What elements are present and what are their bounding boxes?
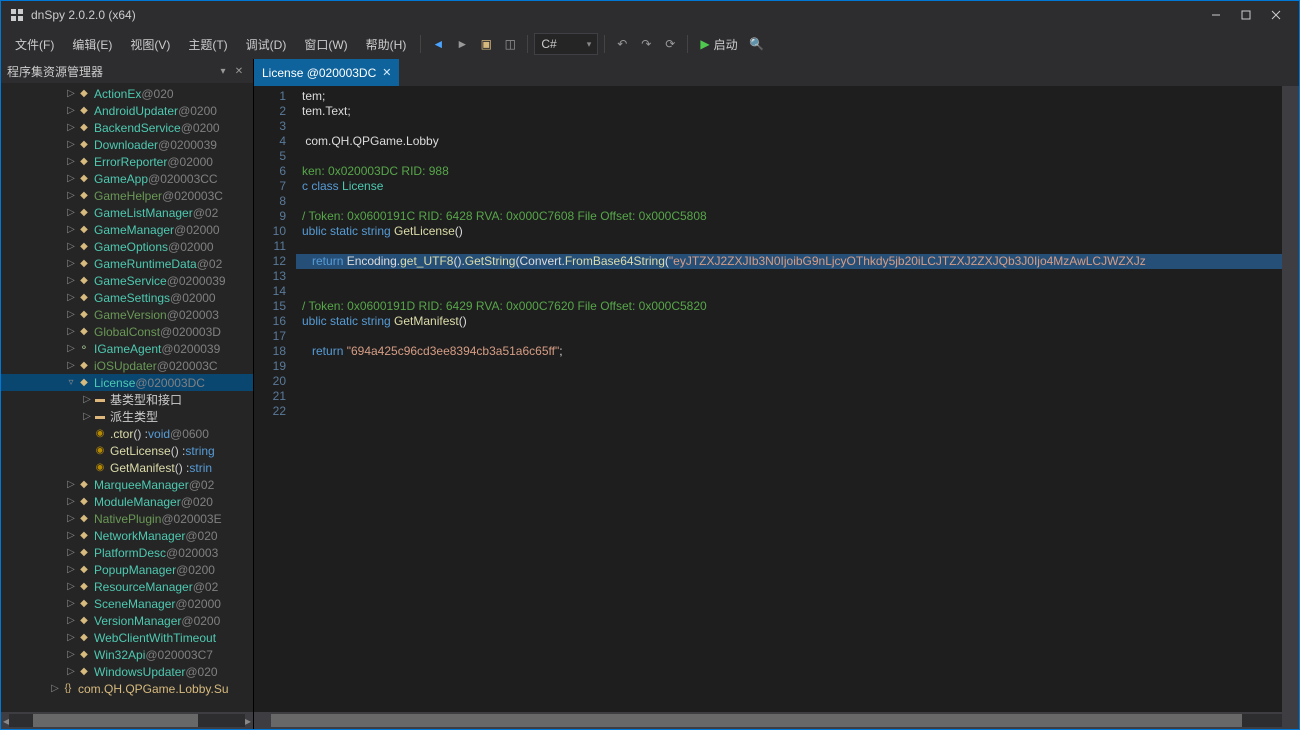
tree-item[interactable]: ▷◆ResourceManager @02 bbox=[1, 578, 253, 595]
tree-item[interactable]: ▷◆NativePlugin @020003E bbox=[1, 510, 253, 527]
tree-item[interactable]: ▷◆Downloader @0200039 bbox=[1, 136, 253, 153]
tree-item[interactable]: ▷◆GameHelper @020003C bbox=[1, 187, 253, 204]
panel-close-button[interactable]: ✕ bbox=[231, 63, 247, 79]
tree-item[interactable]: ▷◆PopupManager @0200 bbox=[1, 561, 253, 578]
nav-back-button[interactable]: ◄ bbox=[427, 33, 449, 55]
play-icon: ▶ bbox=[700, 37, 709, 51]
tree-item[interactable]: ▷◆MarqueeManager @02 bbox=[1, 476, 253, 493]
refresh-button[interactable]: ⟳ bbox=[659, 33, 681, 55]
tree-item[interactable]: ▷◆GlobalConst @020003D bbox=[1, 323, 253, 340]
tree-item[interactable]: ▷◆ActionEx @020 bbox=[1, 85, 253, 102]
tree-item[interactable]: ▷◆Win32Api @020003C7 bbox=[1, 646, 253, 663]
window-title: dnSpy 2.0.2.0 (x64) bbox=[31, 8, 136, 22]
panel-dropdown-button[interactable]: ▾ bbox=[215, 63, 231, 79]
menubar: 文件(F) 编辑(E) 视图(V) 主题(T) 调试(D) 窗口(W) 帮助(H… bbox=[1, 29, 1299, 59]
panel-header: 程序集资源管理器 ▾ ✕ bbox=[1, 59, 253, 83]
tree-item[interactable]: ▷◆ErrorReporter @02000 bbox=[1, 153, 253, 170]
maximize-button[interactable] bbox=[1231, 4, 1261, 26]
menu-window[interactable]: 窗口(W) bbox=[296, 33, 355, 56]
tree-item[interactable]: ▷◆GameRuntimeData @02 bbox=[1, 255, 253, 272]
language-label: C# bbox=[541, 37, 556, 51]
tree-item[interactable]: ▷▬基类型和接口 bbox=[1, 391, 253, 408]
tree-item[interactable]: ◉GetLicense() : string bbox=[1, 442, 253, 459]
toggle-button[interactable]: ◫ bbox=[499, 33, 521, 55]
menu-edit[interactable]: 编辑(E) bbox=[64, 33, 120, 56]
code-source[interactable]: tem;tem.Text; com.QH.QPGame.Lobbyken: 0x… bbox=[296, 86, 1282, 712]
redo-button[interactable]: ↷ bbox=[635, 33, 657, 55]
undo-button[interactable]: ↶ bbox=[611, 33, 633, 55]
assembly-tree[interactable]: ▷◆ActionEx @020▷◆AndroidUpdater @0200▷◆B… bbox=[1, 83, 253, 712]
tree-item[interactable]: ▷◆WebClientWithTimeout bbox=[1, 629, 253, 646]
menu-view[interactable]: 视图(V) bbox=[122, 33, 178, 56]
menu-theme[interactable]: 主题(T) bbox=[180, 33, 235, 56]
editor-hscrollbar[interactable] bbox=[254, 712, 1299, 729]
tree-item[interactable]: ▷{}com.QH.QPGame.Lobby.Su bbox=[1, 680, 253, 697]
tree-item[interactable]: ▷◆PlatformDesc @020003 bbox=[1, 544, 253, 561]
tree-item[interactable]: ▷▬派生类型 bbox=[1, 408, 253, 425]
tab-license[interactable]: License @020003DC ✕ bbox=[254, 59, 399, 86]
tree-item[interactable]: ▷◆NetworkManager @020 bbox=[1, 527, 253, 544]
tree-item[interactable]: ▷⚬IGameAgent @0200039 bbox=[1, 340, 253, 357]
search-button[interactable]: 🔍 bbox=[746, 33, 768, 55]
tab-label: License @020003DC bbox=[262, 66, 376, 80]
tree-item[interactable]: ▷◆GameManager @02000 bbox=[1, 221, 253, 238]
editor-area: License @020003DC ✕ 12345678910111213141… bbox=[254, 59, 1299, 729]
menu-debug[interactable]: 调试(D) bbox=[238, 33, 295, 56]
tree-item[interactable]: ▷◆GameSettings @02000 bbox=[1, 289, 253, 306]
tree-hscrollbar[interactable]: ◂ ▸ bbox=[1, 712, 253, 729]
close-button[interactable] bbox=[1261, 4, 1291, 26]
tree-item[interactable]: ▷◆AndroidUpdater @0200 bbox=[1, 102, 253, 119]
tree-item[interactable]: ▷◆GameOptions @02000 bbox=[1, 238, 253, 255]
editor-vscrollbar[interactable] bbox=[1282, 86, 1299, 712]
tree-item[interactable]: ◉GetManifest() : strin bbox=[1, 459, 253, 476]
code-editor[interactable]: 12345678910111213141516171819202122 tem;… bbox=[254, 86, 1299, 712]
tree-item[interactable]: ▷◆SceneManager @02000 bbox=[1, 595, 253, 612]
tree-item[interactable]: ▷◆GameListManager @02 bbox=[1, 204, 253, 221]
tree-item[interactable]: ▷◆GameVersion @020003 bbox=[1, 306, 253, 323]
line-gutter: 12345678910111213141516171819202122 bbox=[254, 86, 296, 712]
assembly-explorer-panel: 程序集资源管理器 ▾ ✕ ▷◆ActionEx @020▷◆AndroidUpd… bbox=[1, 59, 254, 729]
start-button[interactable]: ▶ 启动 bbox=[694, 36, 743, 53]
tree-item[interactable]: ▷◆WindowsUpdater @020 bbox=[1, 663, 253, 680]
minimize-button[interactable] bbox=[1201, 4, 1231, 26]
menu-help[interactable]: 帮助(H) bbox=[358, 33, 415, 56]
panel-title: 程序集资源管理器 bbox=[7, 63, 103, 80]
tree-item[interactable]: ▷◆VersionManager @0200 bbox=[1, 612, 253, 629]
start-label: 启动 bbox=[714, 36, 738, 53]
app-icon bbox=[9, 7, 25, 23]
tab-close-icon[interactable]: ✕ bbox=[382, 66, 391, 79]
titlebar: dnSpy 2.0.2.0 (x64) bbox=[1, 1, 1299, 29]
language-combo[interactable]: C#▾ bbox=[534, 33, 598, 55]
tree-item[interactable]: ▿◆License @020003DC bbox=[1, 374, 253, 391]
tree-item[interactable]: ▷◆GameService @0200039 bbox=[1, 272, 253, 289]
tree-item[interactable]: ▷◆BackendService @0200 bbox=[1, 119, 253, 136]
tree-item[interactable]: ▷◆ModuleManager @020 bbox=[1, 493, 253, 510]
tree-item[interactable]: ◉.ctor() : void @0600 bbox=[1, 425, 253, 442]
editor-tabs: License @020003DC ✕ bbox=[254, 59, 1299, 86]
tree-item[interactable]: ▷◆iOSUpdater @020003C bbox=[1, 357, 253, 374]
nav-forward-button[interactable]: ► bbox=[451, 33, 473, 55]
open-button[interactable]: ▣ bbox=[475, 33, 497, 55]
tree-item[interactable]: ▷◆GameApp @020003CC bbox=[1, 170, 253, 187]
menu-file[interactable]: 文件(F) bbox=[7, 33, 62, 56]
